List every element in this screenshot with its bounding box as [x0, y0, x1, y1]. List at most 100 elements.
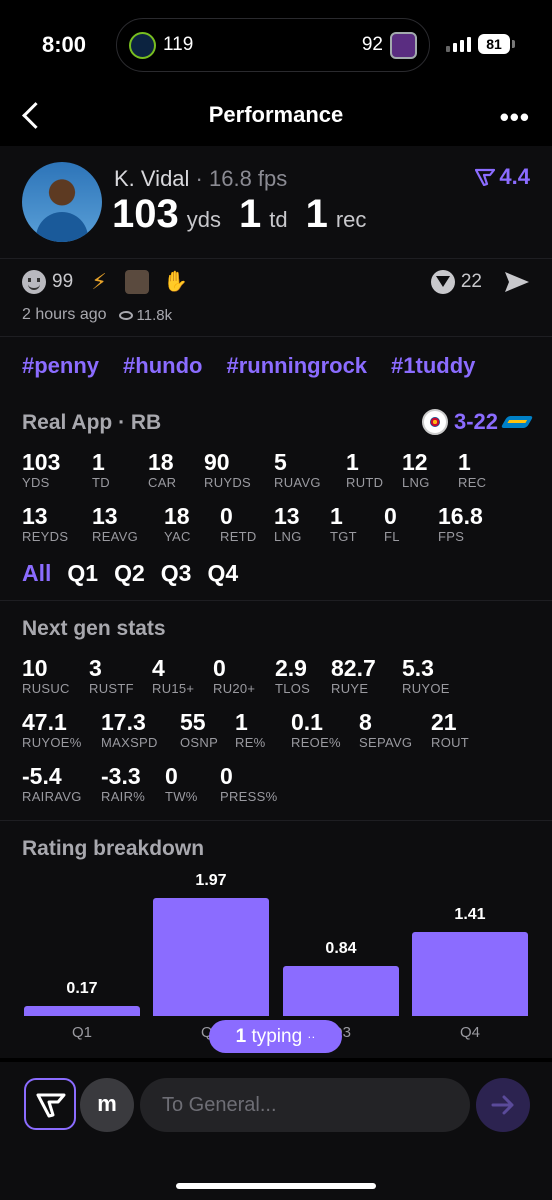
game-score[interactable]: 3-22 — [421, 409, 534, 435]
divider — [0, 336, 552, 337]
stat-label: FPS — [438, 529, 465, 544]
view-count: 11.8k — [136, 306, 173, 324]
stat-ruyoe: 5.3 RUYOE — [402, 655, 450, 697]
stat-value: 17.3 — [101, 709, 146, 735]
player-name-line: K. Vidal · 16.8 fps — [114, 166, 287, 192]
stat-tgt: 1 TGT — [330, 503, 357, 545]
stat-label: TD — [92, 475, 110, 490]
bar-q4[interactable] — [412, 932, 528, 1016]
stat-value: 2.9 — [275, 655, 307, 681]
stat-value: 16.8 — [438, 503, 483, 529]
stat-rutd: 1 RUTD — [346, 449, 383, 491]
reaction-bar: 99 ⚡ ✋ — [22, 270, 188, 294]
stat-reyds: 13 REYDS — [22, 503, 68, 545]
arrow-right-icon — [491, 1095, 514, 1115]
battery-icon: 81 — [478, 34, 510, 54]
stat-rair-: -3.3 RAIR% — [101, 763, 145, 805]
eye-icon — [118, 310, 133, 320]
stat-rairavg: -5.4 RAIRAVG — [22, 763, 82, 805]
stat-value: 18 — [164, 503, 190, 529]
typing-dots: ·· — [307, 1029, 316, 1044]
stat-car: 18 CAR — [148, 449, 176, 491]
rating-breakdown-title: Rating breakdown — [22, 837, 205, 860]
live-score-island[interactable]: 119 92 — [116, 18, 430, 72]
stat-label: TGT — [330, 529, 357, 544]
yds-unit: yds — [186, 207, 221, 232]
tab-q2[interactable]: Q2 — [114, 560, 145, 587]
stat-lng: 13 LNG — [274, 503, 302, 545]
stat-label: RUYDS — [204, 475, 252, 490]
next-gen-title: Next gen stats — [22, 617, 166, 640]
more-options-icon[interactable]: ••• — [500, 102, 530, 133]
stat-label: RAIR% — [101, 789, 146, 804]
stat-value: 18 — [148, 449, 174, 475]
app-logo-icon — [36, 1093, 66, 1118]
bar-q1[interactable] — [24, 1006, 140, 1016]
stat-press-: 0 PRESS% — [220, 763, 277, 805]
stat-sepavg: 8 SEPAVG — [359, 709, 412, 751]
player-name[interactable]: K. Vidal — [114, 166, 189, 191]
stat-td: 1 TD — [92, 449, 110, 491]
stat-label: REAVG — [92, 529, 139, 544]
stat-value: 47.1 — [22, 709, 67, 735]
bar-value-label: 0.17 — [66, 980, 98, 997]
finger-emoji-icon[interactable]: ✋ — [163, 270, 188, 294]
stat-ru15-: 4 RU15+ — [152, 655, 194, 697]
send-button[interactable] — [476, 1078, 530, 1132]
face-reaction-icon[interactable] — [125, 270, 150, 294]
status-bar: 8:00 119 92 81 — [0, 0, 552, 90]
quarter-tabs: All Q1 Q2 Q3 Q4 — [22, 560, 238, 587]
hashtag[interactable]: #penny — [22, 353, 99, 379]
stat-label: OSNP — [180, 735, 219, 750]
message-input[interactable]: To General... — [140, 1078, 470, 1132]
app-menu-button[interactable] — [24, 1078, 76, 1130]
stat-lng: 12 LNG — [402, 449, 430, 491]
bar-category-label: Q4 — [459, 1024, 480, 1041]
stat-value: 21 — [431, 709, 457, 735]
stat-value: 5.3 — [402, 655, 434, 681]
stat-label: RUYE — [331, 681, 369, 696]
stat-value: 8 — [359, 709, 372, 735]
tab-all[interactable]: All — [22, 560, 51, 587]
stat-ruye: 82.7 RUYE — [331, 655, 376, 697]
hashtag[interactable]: #hundo — [123, 353, 202, 379]
stat-value: 55 — [180, 709, 206, 735]
stat-label: RUSUC — [22, 681, 70, 696]
stat-label: YAC — [164, 529, 191, 544]
views: 11.8k — [118, 306, 173, 324]
stat-label: RU15+ — [152, 681, 195, 696]
divider — [0, 258, 552, 259]
bar-q2[interactable] — [153, 898, 269, 1016]
lightning-icon[interactable]: ⚡ — [87, 270, 111, 294]
stat-label: RETD — [220, 529, 257, 544]
rating-badge[interactable]: 4.4 — [475, 164, 530, 190]
stat-value: 0 — [220, 503, 233, 529]
divider — [0, 820, 552, 821]
hashtags: #penny #hundo #runningrock #1tuddy — [22, 353, 475, 379]
stat-value: -5.4 — [22, 763, 62, 789]
stat-label: FL — [384, 529, 400, 544]
typing-indicator[interactable]: 1 typing ·· — [209, 1020, 342, 1053]
game-section-title: Real App · RB — [22, 411, 162, 434]
headline-stats: 103 yds 1 td 1 rec — [112, 192, 376, 237]
stat-value: 0.1 — [291, 709, 323, 735]
stat-value: 1 — [330, 503, 343, 529]
hashtag[interactable]: #runningrock — [226, 353, 367, 379]
tab-q4[interactable]: Q4 — [207, 560, 238, 587]
stat-rusuc: 10 RUSUC — [22, 655, 70, 697]
bar-q3[interactable] — [283, 966, 399, 1016]
stat-value: 1 — [458, 449, 471, 475]
smile-reaction[interactable]: 99 — [22, 270, 73, 294]
stat-ru20-: 0 RU20+ — [213, 655, 255, 697]
tab-q3[interactable]: Q3 — [161, 560, 192, 587]
user-avatar[interactable]: m — [80, 1078, 134, 1132]
hashtag[interactable]: #1tuddy — [391, 353, 475, 379]
stat-value: 0 — [213, 655, 226, 681]
vote-button[interactable]: 22 — [430, 270, 482, 294]
stat-value: 82.7 — [331, 655, 376, 681]
share-send-icon[interactable] — [504, 271, 530, 293]
tab-q1[interactable]: Q1 — [67, 560, 98, 587]
player-avatar[interactable] — [22, 162, 102, 242]
stat-value: 3 — [89, 655, 102, 681]
stat-label: RE% — [235, 735, 266, 750]
